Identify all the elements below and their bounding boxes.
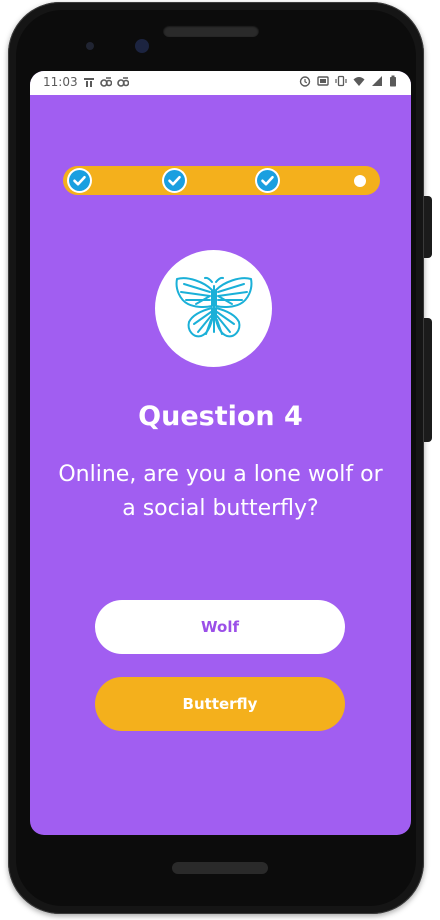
- question-title: Question 4: [138, 401, 303, 432]
- app-screen: 11:03 Question 4 Online, are you a lone …: [30, 71, 411, 835]
- volume-button: [424, 318, 432, 442]
- bottom-speaker: [172, 862, 268, 874]
- wolf-answer-button[interactable]: Wolf: [95, 600, 345, 654]
- status-bar: 11:03: [30, 71, 411, 95]
- battery-icon: [390, 75, 396, 87]
- front-camera: [135, 39, 149, 53]
- check-icon: [168, 175, 181, 186]
- signal-icon: [372, 76, 382, 86]
- butterfly-icon: [175, 276, 252, 337]
- proximity-sensor: [86, 42, 94, 50]
- earpiece-speaker: [163, 25, 259, 37]
- progress-step-4-current: [354, 175, 366, 187]
- question-text: Online, are you a lone wolf or a social …: [58, 462, 383, 521]
- progress-step-3: [257, 170, 278, 191]
- alarm-icon: [299, 76, 311, 87]
- question-icon-circle: [155, 250, 272, 367]
- cast-icon: [317, 76, 329, 86]
- quiz-progress-bar: [63, 166, 380, 195]
- vibrate-icon: [335, 75, 347, 87]
- check-icon: [73, 175, 86, 186]
- notification-icon: [83, 78, 94, 87]
- progress-step-1: [69, 170, 90, 191]
- progress-step-2: [164, 170, 185, 191]
- wifi-icon: [353, 77, 365, 86]
- check-icon: [261, 175, 274, 186]
- data-saver-icon: [99, 77, 112, 87]
- status-time: 11:03: [43, 75, 78, 89]
- data-saver-icon: [116, 77, 129, 87]
- butterfly-answer-button[interactable]: Butterfly: [95, 677, 345, 731]
- power-button: [424, 196, 432, 258]
